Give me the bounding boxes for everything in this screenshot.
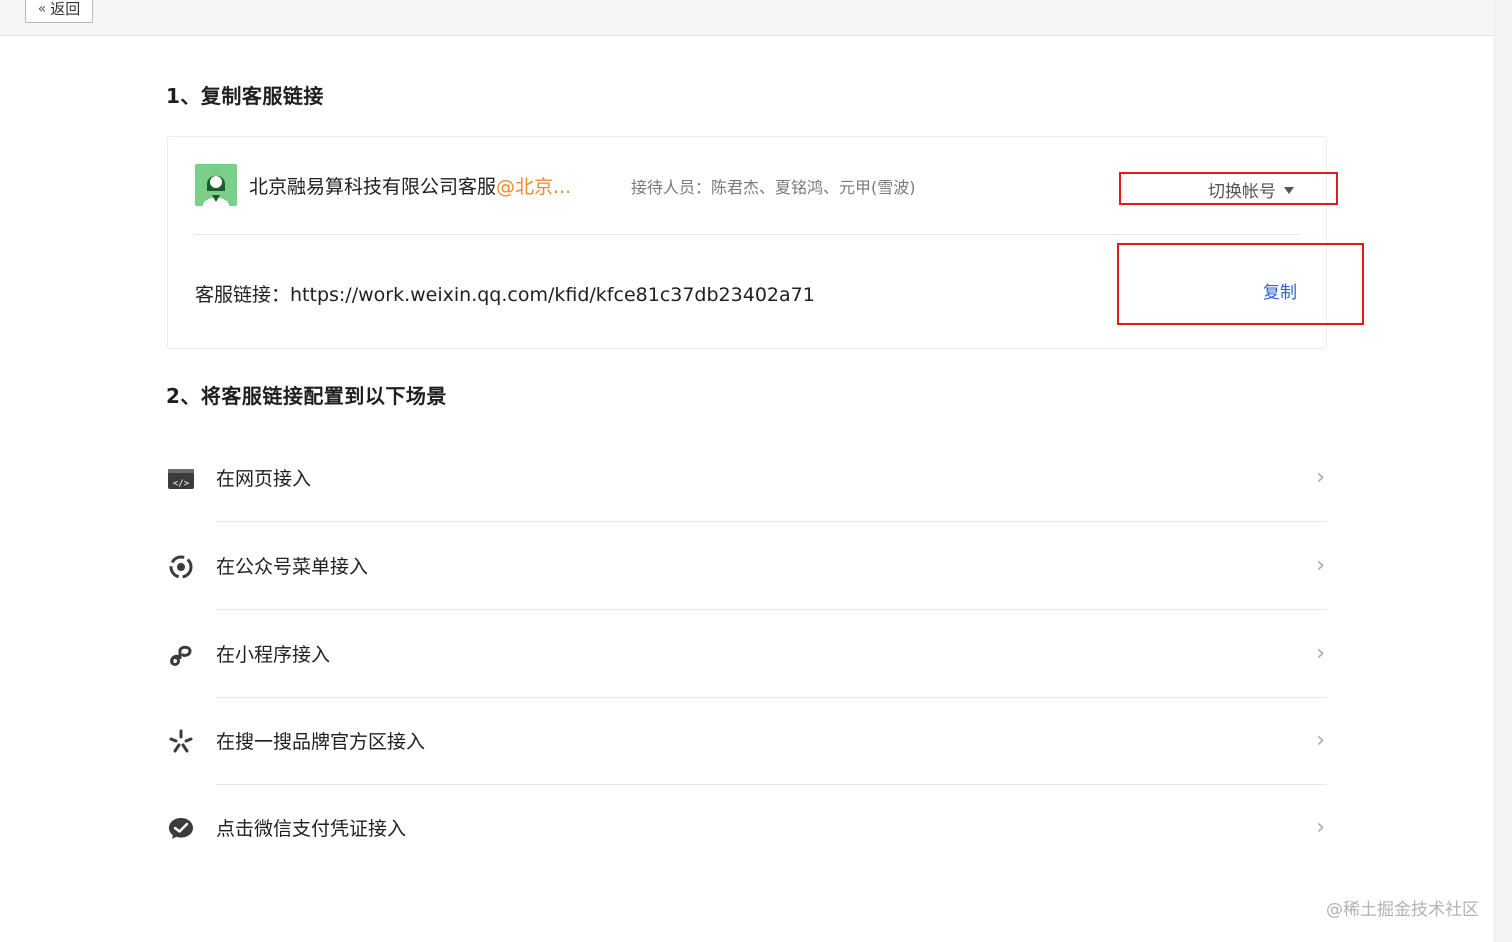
back-button[interactable]: « 返回	[25, 0, 93, 23]
chevron-right-icon: ›	[1316, 815, 1325, 840]
scene-item-label: 点击微信支付凭证接入	[216, 818, 407, 840]
vertical-scrollbar[interactable]	[1494, 0, 1512, 942]
account-name-text: 北京融易算科技有限公司客服	[249, 176, 497, 198]
account-org-suffix: @北京...	[496, 176, 572, 198]
svg-text:</>: </>	[173, 479, 190, 489]
watermark: @稀土掘金技术社区	[1326, 900, 1479, 920]
section-title-copy-link: 1、复制客服链接	[166, 84, 324, 108]
scene-item-label: 在公众号菜单接入	[216, 556, 369, 578]
list-divider	[216, 521, 1327, 522]
scene-item-label: 在网页接入	[216, 468, 312, 490]
chevron-right-icon: ›	[1316, 728, 1325, 753]
scene-item-wechat-pay[interactable]: 点击微信支付凭证接入 ›	[166, 785, 1327, 872]
chevron-right-icon: ›	[1316, 465, 1325, 490]
section-title-scenarios: 2、将客服链接配置到以下场景	[166, 384, 447, 408]
search-star-icon	[166, 726, 196, 756]
scene-item-web[interactable]: </> 在网页接入 ›	[166, 435, 1327, 522]
highlight-box-copy	[1117, 243, 1364, 325]
list-divider	[216, 609, 1327, 610]
avatar	[195, 164, 237, 206]
official-account-icon	[166, 551, 196, 581]
double-chevron-left-icon: «	[37, 0, 47, 17]
chevron-right-icon: ›	[1316, 641, 1325, 666]
web-code-icon: </>	[166, 463, 196, 493]
customer-service-avatar-icon	[195, 164, 237, 206]
highlight-box-switch	[1119, 172, 1338, 205]
card-divider	[195, 234, 1299, 235]
scene-item-search-brand[interactable]: 在搜一搜品牌官方区接入 ›	[166, 698, 1327, 785]
scene-item-label: 在搜一搜品牌官方区接入	[216, 731, 426, 753]
wechat-pay-icon	[166, 813, 196, 843]
page: « 返回 1、复制客服链接 北京融易算科技有限公司客服@北京... 接待人员：陈…	[0, 0, 1512, 942]
top-bar: « 返回	[0, 0, 1494, 36]
account-name: 北京融易算科技有限公司客服@北京...	[249, 172, 571, 199]
chevron-right-icon: ›	[1316, 553, 1325, 578]
scene-item-mini-program[interactable]: 在小程序接入 ›	[166, 611, 1327, 698]
mini-program-icon	[166, 639, 196, 669]
reception-staff: 接待人员：陈君杰、夏铭鸿、元甲(雪波)	[631, 178, 916, 197]
back-label: 返回	[50, 0, 81, 18]
scene-item-label: 在小程序接入	[216, 644, 331, 666]
scene-item-official-account[interactable]: 在公众号菜单接入 ›	[166, 523, 1327, 610]
service-link: 客服链接：https://work.weixin.qq.com/kfid/kfc…	[195, 284, 815, 306]
